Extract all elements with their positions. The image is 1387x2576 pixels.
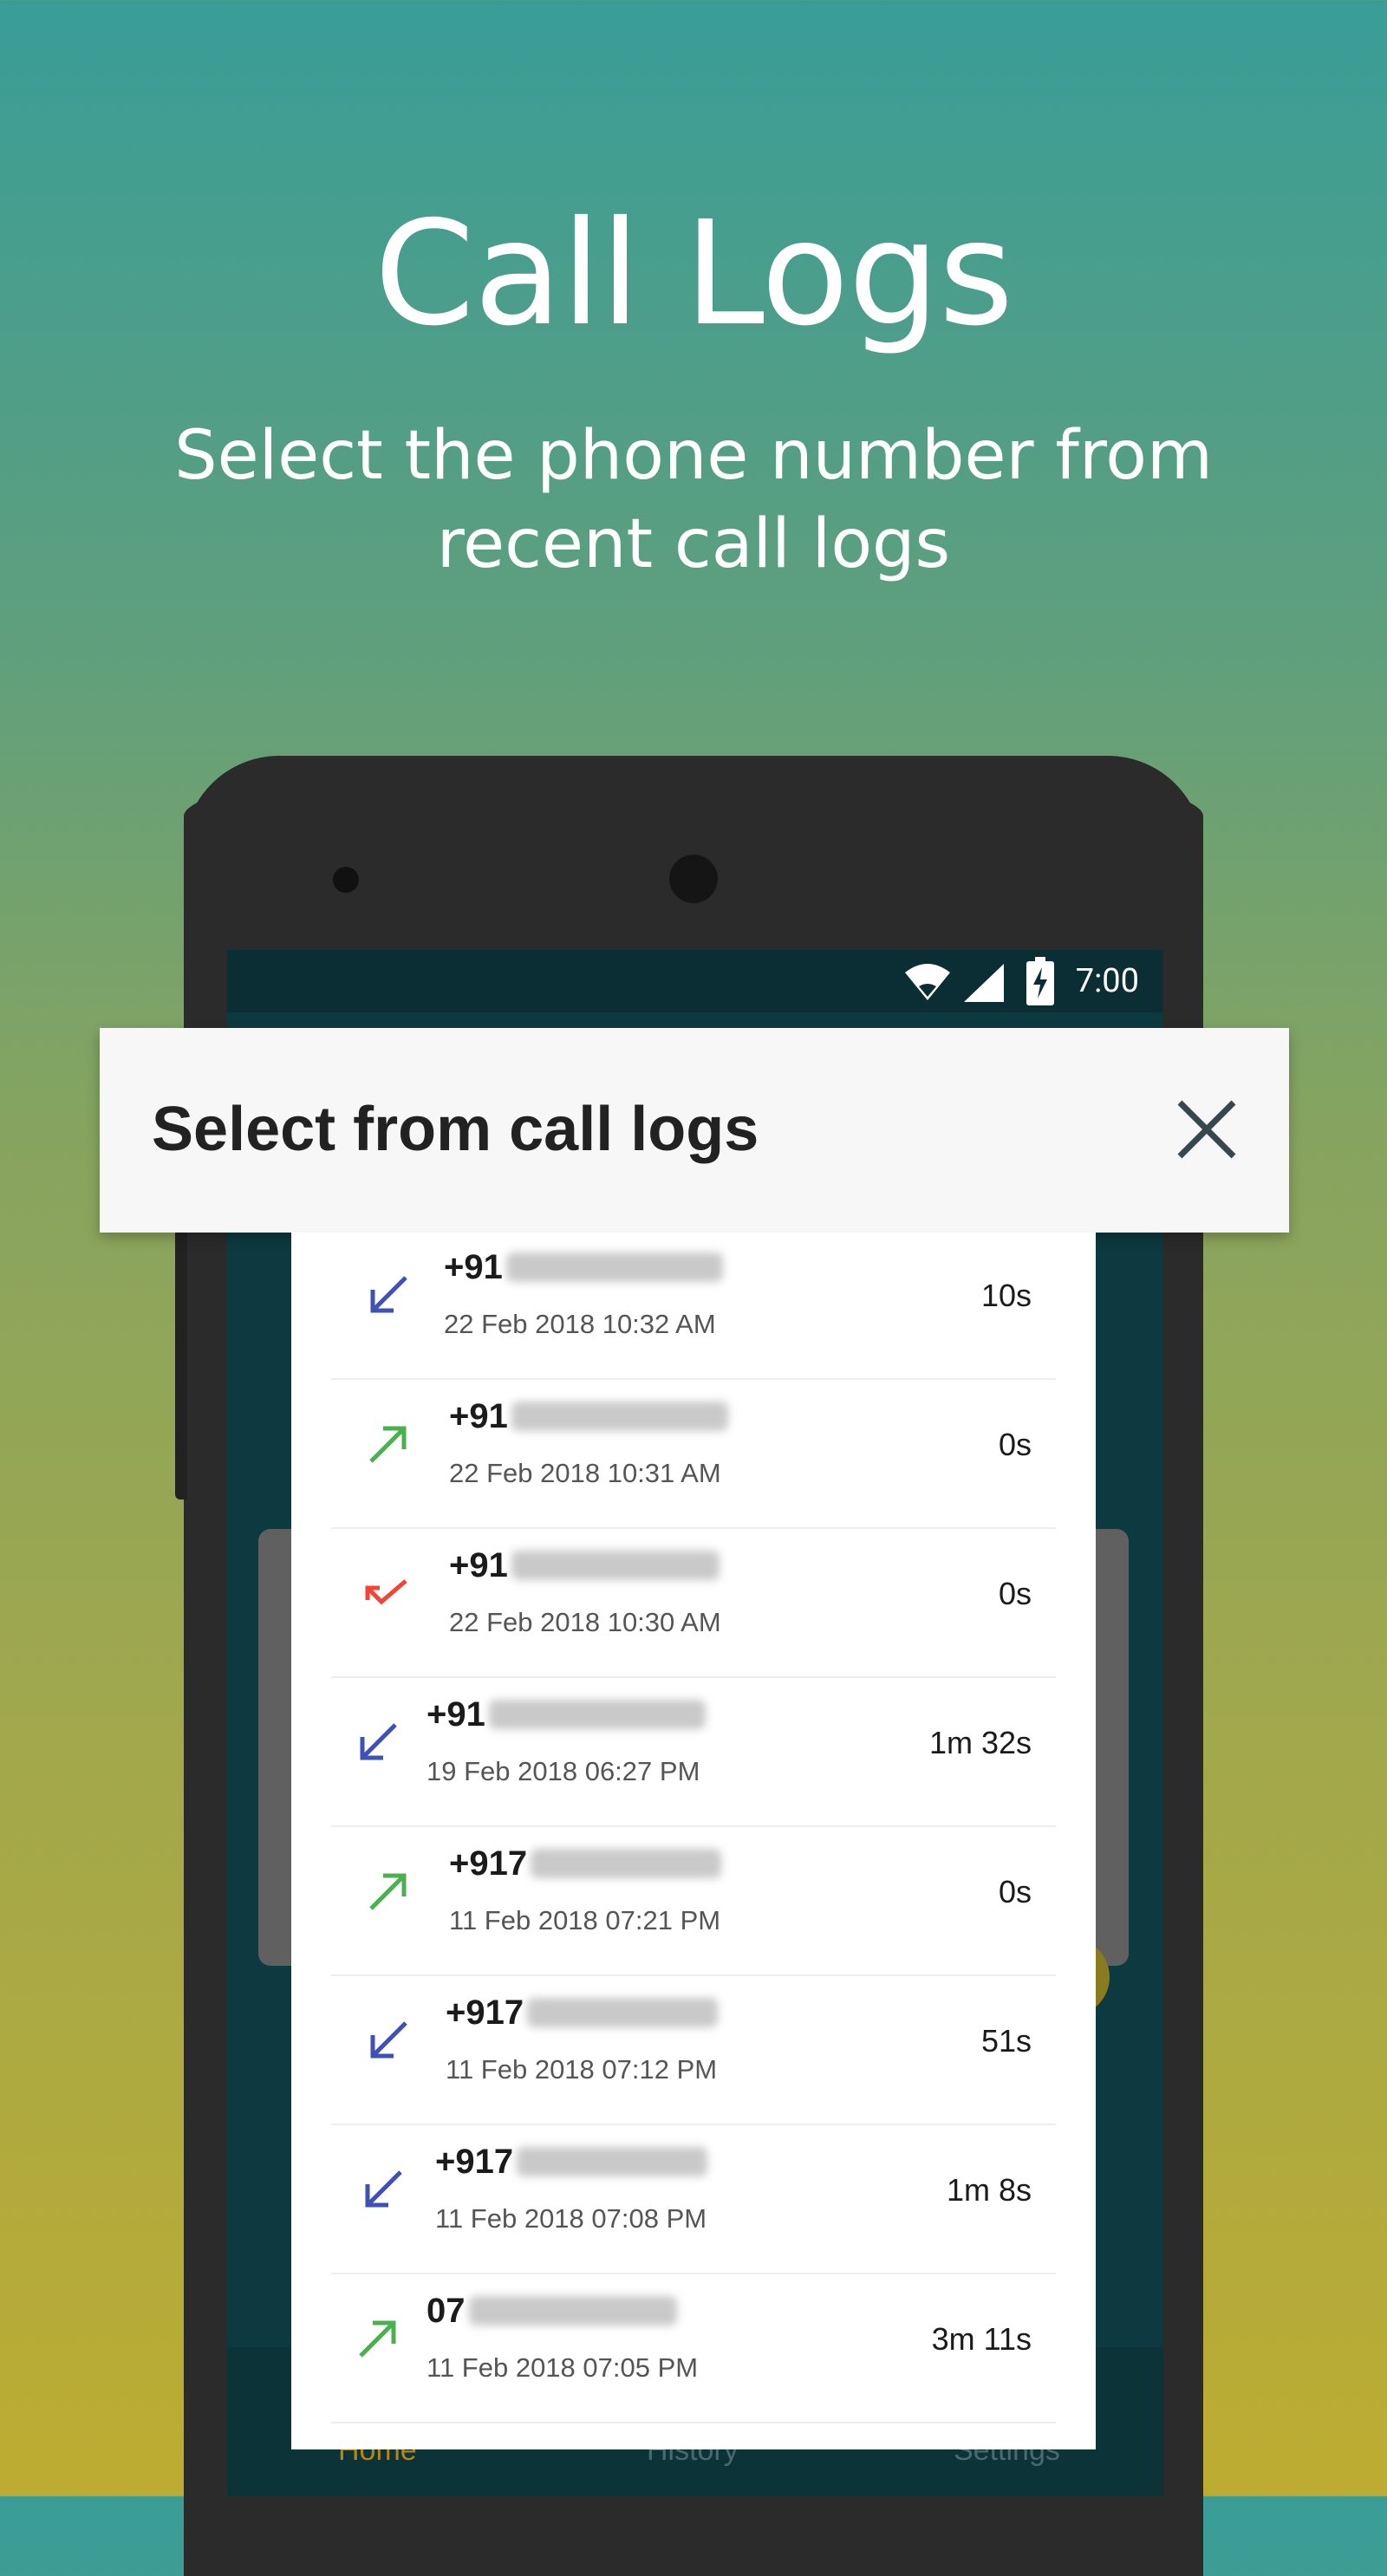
phone-side-button <box>175 1222 187 1499</box>
call-duration: 3m 11s <box>931 2321 1032 2357</box>
missed-call-icon <box>365 1579 407 1605</box>
redacted-number <box>505 1252 723 1282</box>
dialog-header: Select from call logs <box>100 1028 1289 1233</box>
call-date: 11 Feb 2018 07:08 PM <box>435 2203 707 2234</box>
outgoing-call-icon <box>369 1873 407 1910</box>
redacted-number <box>488 1700 706 1729</box>
call-log-row[interactable]: +917 11 Feb 2018 07:21 PM 0s <box>331 1825 1056 1976</box>
dialog-title: Select from call logs <box>152 1095 759 1164</box>
battery-charging-icon <box>1026 957 1054 1005</box>
incoming-call-icon <box>370 1276 407 1313</box>
promo-subtitle: Select the phone number from recent call… <box>174 417 1213 583</box>
call-log-list: +91 22 Feb 2018 10:32 AM 10s +91 22 Feb … <box>291 1233 1096 2449</box>
redacted-number <box>531 1849 722 1878</box>
phone-number: 07 <box>427 2292 466 2330</box>
call-log-row[interactable]: +917 11 Feb 2018 07:08 PM 1m 8s <box>331 2124 1056 2274</box>
call-log-row[interactable]: +91 22 Feb 2018 10:30 AM 0s <box>331 1527 1056 1678</box>
redacted-number <box>517 2147 708 2176</box>
call-date: 22 Feb 2018 10:31 AM <box>449 1458 721 1488</box>
call-duration: 1m 32s <box>928 1725 1032 1760</box>
call-date: 11 Feb 2018 07:21 PM <box>449 1905 721 1935</box>
call-duration: 1m 8s <box>946 2172 1032 2208</box>
status-time: 7:00 <box>1075 962 1139 1000</box>
incoming-call-icon <box>370 2021 407 2059</box>
wifi-icon <box>905 964 950 1000</box>
call-duration: 0s <box>998 1576 1032 1611</box>
call-duration: 51s <box>980 2023 1032 2059</box>
call-log-row[interactable]: +91 22 Feb 2018 10:32 AM 10s <box>331 1233 1056 1380</box>
phone-number: +91 <box>444 1248 503 1286</box>
call-date: 11 Feb 2018 07:12 PM <box>446 2054 718 2085</box>
call-duration: 10s <box>980 1278 1032 1313</box>
phone-number: +917 <box>449 1844 528 1883</box>
phone-number: +91 <box>449 1397 508 1435</box>
close-icon[interactable] <box>1168 1090 1246 1168</box>
promo-headline: Call Logs <box>374 191 1014 358</box>
call-date: 11 Feb 2018 07:05 PM <box>427 2352 699 2383</box>
outgoing-call-icon <box>369 1426 407 1463</box>
call-log-row[interactable]: +91 19 Feb 2018 06:27 PM 1m 32s <box>331 1676 1056 1827</box>
phone-camera <box>669 855 718 903</box>
redacted-number <box>511 1402 728 1431</box>
phone-sensor-dot <box>333 867 359 893</box>
call-date: 19 Feb 2018 06:27 PM <box>427 1756 700 1786</box>
status-bar: 7:00 <box>227 950 1163 1012</box>
call-log-row[interactable]: +917 11 Feb 2018 07:12 PM 51s <box>331 1974 1056 2125</box>
call-log-row[interactable]: 07 11 Feb 2018 07:05 PM 3m 11s <box>331 2273 1056 2423</box>
incoming-call-icon <box>360 1723 397 1760</box>
phone-number: +91 <box>449 1546 508 1584</box>
outgoing-call-icon <box>359 2320 396 2358</box>
phone-number: +91 <box>427 1695 485 1734</box>
phone-number: +917 <box>435 2143 514 2181</box>
redacted-number <box>527 1998 719 2027</box>
call-duration: 0s <box>998 1427 1032 1462</box>
phone-number: +917 <box>446 1994 524 2032</box>
call-date: 22 Feb 2018 10:30 AM <box>449 1607 721 1637</box>
call-date: 22 Feb 2018 10:32 AM <box>444 1309 716 1339</box>
redacted-number <box>511 1551 720 1580</box>
call-log-row[interactable]: +91 22 Feb 2018 10:31 AM 0s <box>331 1378 1056 1529</box>
redacted-number <box>468 2296 677 2326</box>
signal-icon <box>964 964 1004 1002</box>
incoming-call-icon <box>365 2170 402 2208</box>
call-duration: 0s <box>998 1874 1032 1909</box>
